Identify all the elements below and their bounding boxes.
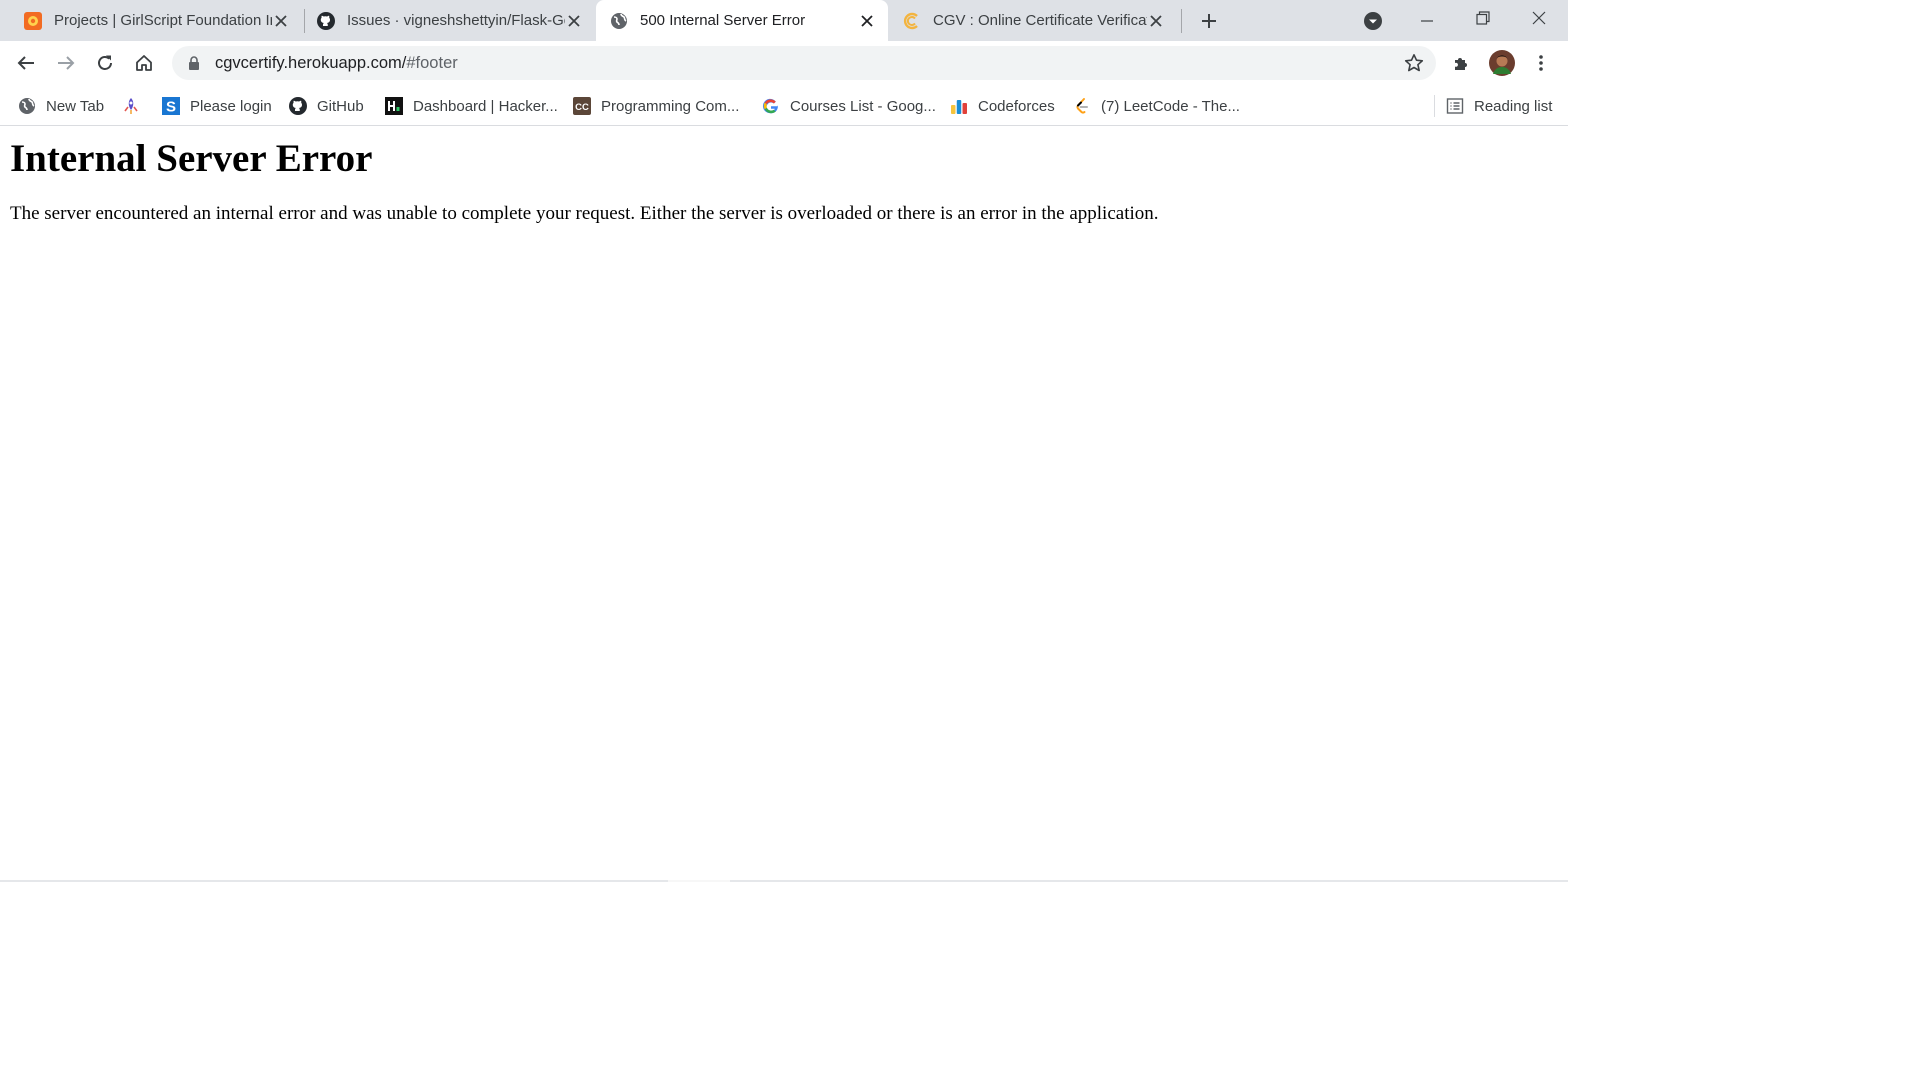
toolbar: cgvcertify.herokuapp.com/#footer xyxy=(0,41,1568,85)
reading-list-button[interactable]: Reading list xyxy=(1446,95,1552,117)
bookmark-new-tab[interactable]: New Tab xyxy=(18,95,104,117)
page-title: Internal Server Error xyxy=(10,137,373,180)
url-fragment: #footer xyxy=(406,53,458,72)
github-icon xyxy=(289,97,307,115)
bookmark-label: New Tab xyxy=(46,97,105,115)
bookmark-hackerrank[interactable]: Dashboard | Hacker... xyxy=(385,95,558,117)
profile-avatar[interactable] xyxy=(1488,49,1516,77)
back-button[interactable] xyxy=(12,49,40,77)
menu-button[interactable] xyxy=(1527,49,1555,77)
browser-chrome: Projects | GirlScript Foundation In Issu… xyxy=(0,0,1568,126)
cgv-icon xyxy=(903,12,921,30)
google-icon xyxy=(762,97,780,115)
tab-title: 500 Internal Server Error xyxy=(640,12,806,29)
bookmarks-bar: New Tab S Please login GitHub Dashboard … xyxy=(0,85,1568,126)
tab-title: Issues · vigneshshettyin/Flask-Ge xyxy=(347,12,565,29)
girlscript-icon xyxy=(24,11,42,30)
bookmark-spaceship[interactable] xyxy=(122,95,150,117)
extensions-button[interactable] xyxy=(1448,49,1476,77)
arrow-right-icon xyxy=(58,56,75,70)
globe-icon xyxy=(18,97,36,115)
new-tab-button[interactable] xyxy=(1196,8,1222,34)
home-icon xyxy=(136,55,152,71)
github-icon xyxy=(317,11,335,30)
close-icon xyxy=(1532,11,1546,25)
bookmark-label: Codeforces xyxy=(978,97,1055,115)
tab-separator xyxy=(304,9,305,33)
tab-title: Projects | GirlScript Foundation In xyxy=(54,12,272,29)
chevron-down-circle-icon xyxy=(1364,12,1382,30)
url-host: cgvcertify.herokuapp.com/ xyxy=(215,53,407,72)
arrow-left-icon xyxy=(17,56,34,70)
spaceship-icon xyxy=(122,97,140,115)
scrollbar-thumb[interactable] xyxy=(668,880,730,882)
close-tab-icon[interactable] xyxy=(858,12,876,30)
bookmark-github[interactable]: GitHub xyxy=(289,95,364,117)
puzzle-icon xyxy=(1455,58,1467,70)
restore-button[interactable] xyxy=(1470,5,1496,31)
tab-github-issues[interactable]: Issues · vigneshshettyin/Flask-Ge xyxy=(317,0,589,41)
codechef-icon: CC xyxy=(573,97,591,115)
tab-girlscript[interactable]: Projects | GirlScript Foundation In xyxy=(24,0,296,41)
reload-button[interactable] xyxy=(91,49,119,77)
avatar xyxy=(1489,50,1515,76)
bookmark-label: Dashboard | Hacker... xyxy=(413,97,558,115)
bookmark-codeforces[interactable]: Codeforces xyxy=(950,95,1055,117)
svg-text:CC: CC xyxy=(575,102,589,113)
codeforces-icon xyxy=(950,97,968,115)
tab-title: CGV : Online Certificate Verificati xyxy=(933,12,1147,29)
home-button[interactable] xyxy=(130,49,158,77)
lock-icon[interactable] xyxy=(186,55,202,71)
tab-500-error[interactable]: 500 Internal Server Error xyxy=(596,0,888,41)
kebab-menu-icon xyxy=(1539,55,1543,71)
minimize-icon xyxy=(1421,20,1433,22)
reload-icon xyxy=(98,55,112,70)
horizontal-scrollbar[interactable] xyxy=(0,880,1568,882)
close-tab-icon[interactable] xyxy=(1147,12,1165,30)
bookmark-label: (7) LeetCode - The... xyxy=(1101,97,1240,115)
error-message: The server encountered an internal error… xyxy=(10,202,1159,224)
tab-strip: Projects | GirlScript Foundation In Issu… xyxy=(0,0,1568,41)
hackerrank-icon xyxy=(385,97,403,115)
restore-icon xyxy=(1476,11,1490,25)
address-bar[interactable]: cgvcertify.herokuapp.com/#footer xyxy=(172,46,1436,80)
reading-list-label: Reading list xyxy=(1474,97,1553,115)
bookmark-label: Courses List - Goog... xyxy=(790,97,936,115)
close-tab-icon[interactable] xyxy=(272,12,290,30)
close-window-button[interactable] xyxy=(1526,5,1552,31)
bookmark-label: GitHub xyxy=(317,97,364,115)
svg-text:S: S xyxy=(166,99,176,116)
tab-cgv[interactable]: CGV : Online Certificate Verificati xyxy=(903,0,1171,41)
globe-icon xyxy=(610,12,628,30)
url-text[interactable]: cgvcertify.herokuapp.com/#footer xyxy=(215,54,458,73)
bookmarks-separator xyxy=(1434,95,1435,117)
bookmark-star-icon[interactable] xyxy=(1404,53,1424,73)
bookmark-courses-list[interactable]: Courses List - Goog... xyxy=(762,95,936,117)
tab-search-button[interactable] xyxy=(1360,8,1386,34)
minimize-button[interactable] xyxy=(1414,8,1440,34)
page-content: Internal Server Error The server encount… xyxy=(0,137,1568,226)
forward-button[interactable] xyxy=(52,49,80,77)
leetcode-icon xyxy=(1073,97,1091,115)
plus-icon xyxy=(1202,14,1216,28)
reading-list-icon xyxy=(1446,97,1464,115)
close-tab-icon[interactable] xyxy=(565,12,583,30)
bookmark-please-login[interactable]: S Please login xyxy=(162,95,272,117)
bookmark-label: Please login xyxy=(190,97,272,115)
bookmark-label: Programming Com... xyxy=(601,97,740,115)
bookmark-codechef[interactable]: CC Programming Com... xyxy=(573,95,739,117)
s-icon: S xyxy=(162,97,180,115)
tab-separator xyxy=(1181,9,1182,33)
bookmark-leetcode[interactable]: (7) LeetCode - The... xyxy=(1073,95,1240,117)
